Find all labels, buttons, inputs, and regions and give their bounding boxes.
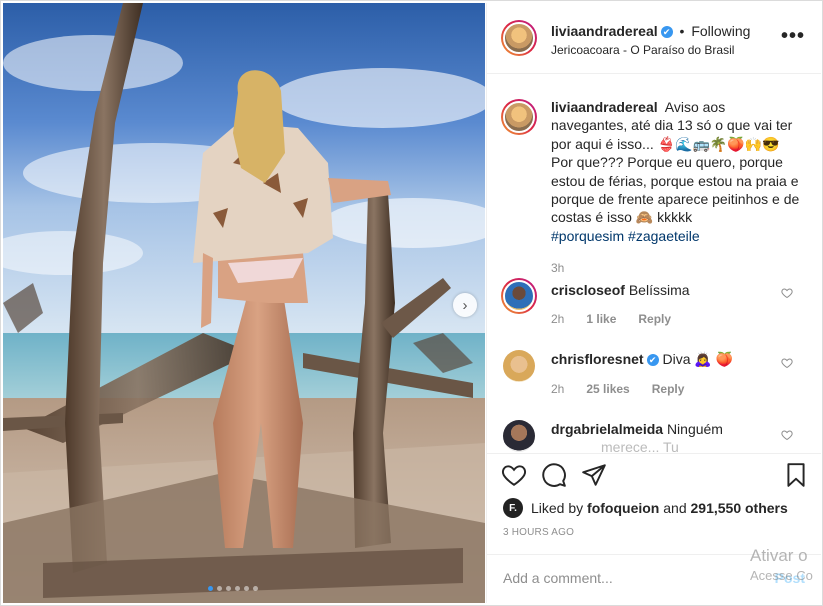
next-arrow-icon: › <box>462 296 468 314</box>
carousel-dot <box>217 586 222 591</box>
add-comment-input[interactable]: Add a comment... <box>503 570 613 586</box>
carousel-dot <box>235 586 240 591</box>
comment-time[interactable]: 2h <box>551 312 564 326</box>
comment-text: Diva 🙇‍♀️ 🍑 <box>662 351 734 367</box>
comment-text-continued: merece... Tu <box>601 439 679 453</box>
comment-username[interactable]: chrisfloresnet <box>551 351 644 367</box>
commenter-avatar[interactable] <box>503 420 535 452</box>
commenter-avatar[interactable] <box>501 278 537 314</box>
comment: criscloseof Belíssima <box>551 281 771 299</box>
caption-time[interactable]: 3h <box>551 261 564 275</box>
caption-author-avatar[interactable] <box>501 99 537 135</box>
post-location[interactable]: Jericoacoara - O Paraíso do Brasil <box>551 43 734 57</box>
caption-username[interactable]: liviaandradereal <box>551 99 658 115</box>
comment-meta: 2h 25 likes Reply <box>551 382 684 396</box>
author-username[interactable]: liviaandradereal <box>551 23 658 39</box>
comment-like-heart-icon[interactable] <box>781 429 793 441</box>
author-avatar[interactable] <box>501 20 537 56</box>
reply-button[interactable]: Reply <box>638 312 671 326</box>
heart-icon[interactable] <box>501 462 527 488</box>
following-button[interactable]: Following <box>691 23 750 39</box>
post-photo[interactable]: › <box>3 3 485 603</box>
likes-count[interactable]: 291,550 others <box>691 500 788 516</box>
comment-text: Belíssima <box>628 282 690 298</box>
separator-dot: • <box>679 23 685 39</box>
comment-time[interactable]: 2h <box>551 382 564 396</box>
post-timestamp[interactable]: 3 HOURS AGO <box>503 527 574 538</box>
post-caption: liviaandradereal Aviso aos navegantes, a… <box>551 98 803 245</box>
more-options-icon[interactable]: ••• <box>781 25 805 48</box>
comments-section[interactable]: liviaandradereal Aviso aos navegantes, a… <box>487 74 821 453</box>
comment-icon[interactable] <box>541 462 567 488</box>
watermark-line: Acesse Co <box>750 568 813 583</box>
comment-username[interactable]: drgabrielalmeida <box>551 421 663 437</box>
comment-likes[interactable]: 1 like <box>586 312 616 326</box>
windows-activation-watermark: Ativar o Acesse Co <box>750 546 813 586</box>
comment-username[interactable]: criscloseof <box>551 282 625 298</box>
liked-by-user[interactable]: fofoqueion <box>587 500 659 516</box>
comment-like-heart-icon[interactable] <box>781 287 793 299</box>
caption-text: Aviso aos navegantes, até dia 13 só o qu… <box>551 99 800 226</box>
carousel-dot <box>253 586 258 591</box>
verified-icon: ✔ <box>660 26 673 38</box>
carousel-dot <box>226 586 231 591</box>
verified-icon: ✔ <box>646 354 659 366</box>
bookmark-icon[interactable] <box>783 462 809 488</box>
carousel-indicator <box>208 586 258 591</box>
hashtag-link[interactable]: #porquesim <box>551 228 624 244</box>
beach-photo-illustration <box>3 3 485 603</box>
likes-summary: F. Liked by fofoqueion and 291,550 other… <box>503 498 788 518</box>
comment-likes[interactable]: 25 likes <box>586 382 629 396</box>
commenter-avatar[interactable] <box>503 350 535 382</box>
carousel-next-button[interactable]: › <box>453 293 477 317</box>
comment-text: Ninguém <box>666 421 723 437</box>
liker-avatar[interactable]: F. <box>503 498 523 518</box>
comment-meta: 2h 1 like Reply <box>551 312 671 326</box>
share-icon[interactable] <box>581 462 607 488</box>
carousel-dot <box>208 586 213 591</box>
watermark-line: Ativar o <box>750 546 808 565</box>
comment: chrisfloresnet ✔ Diva 🙇‍♀️ 🍑 <box>551 350 771 368</box>
comment: drgabrielalmeida Ninguém merece... Tu <box>551 420 771 453</box>
liked-by-prefix: Liked by <box>531 500 584 516</box>
comment-like-heart-icon[interactable] <box>781 357 793 369</box>
post-header: liviaandradereal ✔ • Following Jericoacoa… <box>487 3 821 74</box>
header-user-line: liviaandradereal ✔ • Following <box>551 23 750 39</box>
reply-button[interactable]: Reply <box>652 382 685 396</box>
liked-by-and: and <box>663 500 687 516</box>
hashtag-link[interactable]: #zagaeteile <box>628 228 700 244</box>
post-side-panel: liviaandradereal ✔ • Following Jericoacoa… <box>486 3 821 603</box>
carousel-dot <box>244 586 249 591</box>
